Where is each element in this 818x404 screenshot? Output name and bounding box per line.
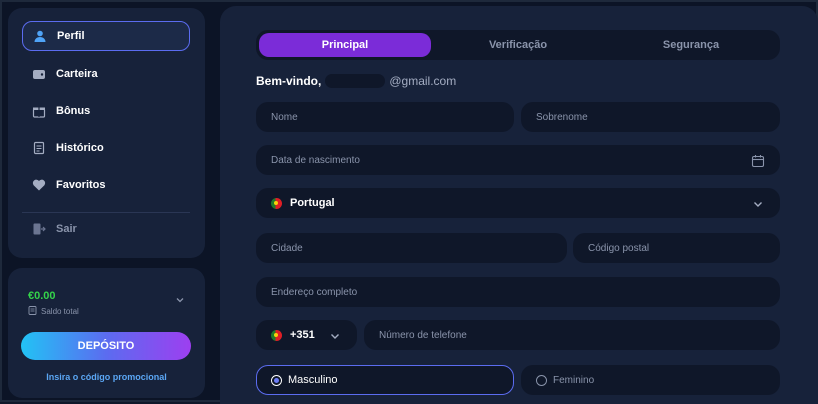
sidebar-item-label: Bônus (56, 105, 91, 117)
history-icon (32, 141, 46, 155)
sidebar-item-bonus[interactable]: Bônus (22, 96, 190, 126)
balance-amount: €0.00 (28, 290, 56, 302)
sidebar-item-historico[interactable]: Histórico (22, 133, 190, 163)
tab-seguranca[interactable]: Segurança (605, 33, 777, 57)
chevron-down-icon (751, 197, 765, 211)
tab-verificacao[interactable]: Verificação (432, 33, 604, 57)
deposit-button[interactable]: DEPÓSITO (21, 332, 191, 360)
phone-code-select[interactable]: +351 (256, 320, 357, 350)
portugal-flag-icon (271, 197, 282, 209)
sidebar-divider (22, 212, 190, 213)
sidebar-item-perfil[interactable]: Perfil (22, 21, 190, 51)
sidebar-item-label: Histórico (56, 142, 104, 154)
profile-form-panel: Principal Verificação Segurança Bem-vind… (220, 6, 818, 404)
promo-code-link[interactable]: Insira o código promocional (8, 372, 205, 382)
sidebar-item-label: Perfil (57, 30, 85, 42)
address-input[interactable]: Endereço completo (256, 277, 780, 307)
city-input[interactable]: Cidade (256, 233, 567, 263)
birthdate-input[interactable]: Data de nascimento (256, 145, 780, 175)
phone-number-input[interactable]: Número de telefone (364, 320, 780, 350)
sidebar-item-label: Carteira (56, 68, 98, 80)
chevron-down-icon (328, 329, 342, 343)
calendar-icon[interactable] (751, 154, 765, 168)
gender-male-radio[interactable]: Masculino (256, 365, 514, 395)
tab-principal[interactable]: Principal (259, 33, 431, 57)
tab-bar: Principal Verificação Segurança (256, 30, 780, 60)
portugal-flag-icon (271, 329, 282, 341)
sidebar-item-label: Sair (56, 223, 77, 235)
welcome-message: Bem-vindo, @gmail.com (256, 74, 457, 88)
sidebar-item-sair[interactable]: Sair (22, 214, 190, 244)
heart-icon (32, 178, 46, 192)
radio-checked-icon (271, 374, 282, 386)
postal-code-input[interactable]: Código postal (573, 233, 780, 263)
list-icon (28, 306, 37, 317)
country-select[interactable]: Portugal (256, 188, 780, 218)
sidebar-item-favoritos[interactable]: Favoritos (22, 170, 190, 200)
sidebar-item-label: Favoritos (56, 179, 106, 191)
radio-unchecked-icon (536, 374, 547, 386)
gift-icon (32, 104, 46, 118)
wallet-icon (32, 67, 46, 81)
sidebar-nav: Perfil Carteira Bônus Histórico Favorito… (8, 8, 205, 258)
sidebar-item-carteira[interactable]: Carteira (22, 59, 190, 89)
redacted-email (325, 74, 386, 88)
balance-panel: €0.00 Saldo total DEPÓSITO Insira o códi… (8, 268, 205, 398)
page-frame: Perfil Carteira Bônus Histórico Favorito… (0, 0, 818, 404)
chevron-down-icon[interactable] (174, 294, 186, 306)
user-icon (33, 29, 47, 43)
balance-label: Saldo total (28, 306, 79, 317)
gender-female-radio[interactable]: Feminino (521, 365, 780, 395)
last-name-input[interactable]: Sobrenome (521, 102, 780, 132)
first-name-input[interactable]: Nome (256, 102, 514, 132)
logout-icon (32, 222, 46, 236)
